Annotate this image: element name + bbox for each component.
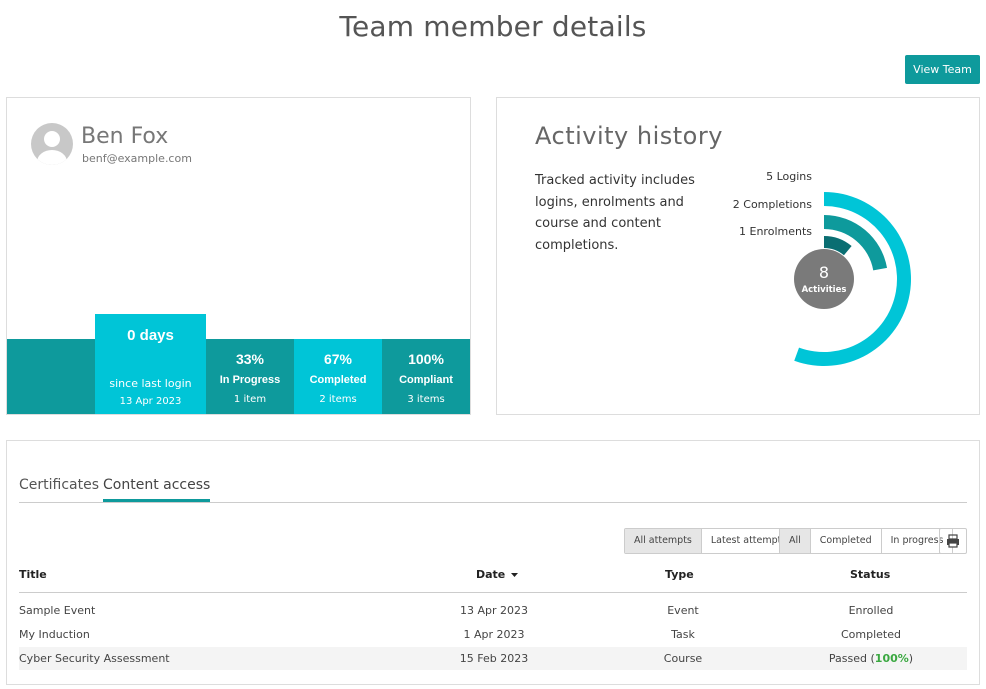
in-progress-label: In Progress xyxy=(219,374,281,386)
last-login-date: 13 Apr 2023 xyxy=(119,396,182,407)
row-status: Enrolled xyxy=(848,604,894,617)
row-type: Task xyxy=(671,628,695,641)
row-date: 15 Feb 2023 xyxy=(459,652,529,665)
status-filter-group: All Completed In progress xyxy=(779,528,954,554)
activity-card: Activity history Tracked activity includ… xyxy=(496,97,980,415)
page-title: Team member details xyxy=(339,10,647,43)
member-name: Ben Fox xyxy=(81,124,169,149)
completed-count: 2 items xyxy=(319,394,357,405)
last-login-label: since last login xyxy=(109,377,192,390)
table-row[interactable]: Cyber Security Assessment 15 Feb 2023 Co… xyxy=(19,647,967,670)
row-status-text: Passed ( xyxy=(828,652,875,665)
row-title: Cyber Security Assessment xyxy=(19,652,170,665)
compliant-label: Compliant xyxy=(399,374,453,386)
member-email: benf@example.com xyxy=(82,152,192,165)
in-progress-stat[interactable]: 33% In Progress 1 item xyxy=(206,339,294,414)
printer-icon xyxy=(947,534,959,548)
in-progress-value: 33% xyxy=(235,351,265,367)
compliant-value: 100% xyxy=(408,351,444,367)
last-login-stat: 0 days since last login 13 Apr 2023 xyxy=(95,314,206,414)
column-date-label: Date xyxy=(476,568,506,581)
tab-bar: Certificates Content access xyxy=(19,477,967,503)
activity-radial-chart: 8 Activities xyxy=(794,192,911,366)
row-status: Passed (100%) xyxy=(799,652,943,665)
row-status-percent: 100% xyxy=(874,652,909,665)
table-header-divider xyxy=(19,592,967,593)
row-status: Completed xyxy=(841,628,901,641)
compliant-stat[interactable]: 100% Compliant 3 items xyxy=(382,339,470,414)
avatar xyxy=(31,123,73,165)
row-status-close: ) xyxy=(908,652,914,665)
row-date: 13 Apr 2023 xyxy=(459,604,528,617)
column-date[interactable]: Date xyxy=(476,568,519,581)
column-title[interactable]: Title xyxy=(19,568,47,581)
sort-down-icon xyxy=(511,573,519,577)
table-row[interactable]: My Induction 1 Apr 2023 Task Completed xyxy=(19,623,967,646)
activities-total-label: Activities xyxy=(802,285,847,295)
completions-label: 2 Completions xyxy=(732,198,812,211)
avatar-body-icon xyxy=(37,150,67,165)
print-button[interactable] xyxy=(939,528,967,554)
profile-card: Ben Fox benf@example.com 0 days since la… xyxy=(6,97,471,415)
completed-value: 67% xyxy=(323,351,353,367)
last-login-value: 0 days xyxy=(127,327,174,344)
column-type[interactable]: Type xyxy=(665,568,694,581)
logins-label: 5 Logins xyxy=(766,170,812,183)
tab-certificates[interactable]: Certificates xyxy=(19,477,99,499)
all-attempts-button[interactable]: All attempts xyxy=(625,529,702,553)
view-team-button[interactable]: View Team xyxy=(905,55,980,84)
all-status-button[interactable]: All xyxy=(780,529,811,553)
compliant-count: 3 items xyxy=(407,394,445,405)
tab-content-access[interactable]: Content access xyxy=(103,477,211,502)
content-card: Certificates Content access All attempts… xyxy=(6,440,980,685)
row-title: Sample Event xyxy=(19,604,96,617)
row-title: My Induction xyxy=(19,628,90,641)
row-type: Event xyxy=(667,604,699,617)
column-status[interactable]: Status xyxy=(850,568,890,581)
in-progress-count: 1 item xyxy=(233,394,267,405)
completed-label: Completed xyxy=(309,374,367,386)
table-row[interactable]: Sample Event 13 Apr 2023 Event Enrolled xyxy=(19,599,967,622)
row-date: 1 Apr 2023 xyxy=(463,628,525,641)
activities-total: 8 xyxy=(819,263,829,282)
attempts-filter-group: All attempts Latest attempts xyxy=(624,528,797,554)
completed-status-button[interactable]: Completed xyxy=(810,529,882,553)
enrolments-label: 1 Enrolments xyxy=(739,225,812,238)
avatar-head-icon xyxy=(44,131,60,147)
row-type: Course xyxy=(663,652,703,665)
completed-stat[interactable]: 67% Completed 2 items xyxy=(294,339,382,414)
